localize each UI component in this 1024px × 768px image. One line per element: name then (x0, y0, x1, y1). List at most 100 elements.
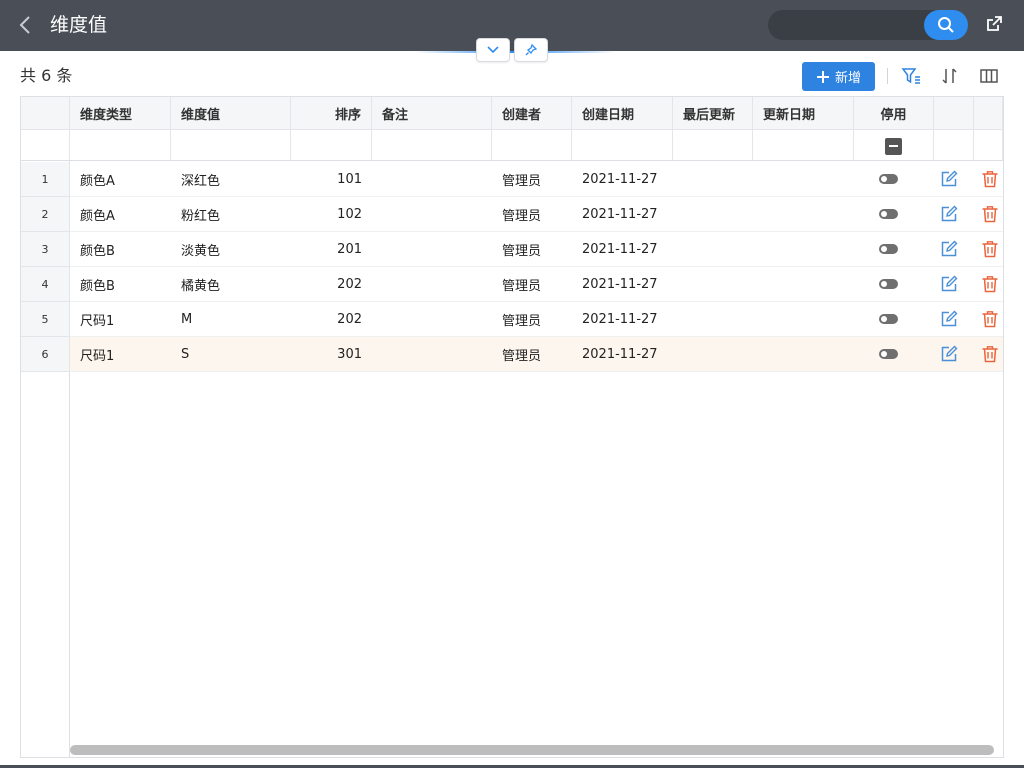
disabled-filter-checkbox[interactable] (885, 138, 902, 155)
horizontal-scrollbar[interactable] (70, 745, 994, 755)
column-header-value[interactable]: 维度值 (171, 97, 291, 129)
filter-last-update[interactable] (673, 130, 753, 160)
row-number: 3 (21, 232, 70, 267)
pin-button[interactable] (514, 38, 548, 62)
trash-icon[interactable] (981, 275, 999, 293)
cell-created: 2021-11-27 (582, 277, 658, 292)
column-header-creator[interactable]: 创建者 (492, 97, 572, 129)
cell-sort: 102 (337, 207, 362, 222)
filter-creator[interactable] (492, 130, 572, 160)
column-header-disabled[interactable]: 停用 (854, 97, 934, 129)
disabled-toggle[interactable] (879, 314, 898, 324)
cell-note (372, 232, 492, 267)
filter-note[interactable] (372, 130, 492, 160)
search-input[interactable] (768, 10, 968, 40)
cell-created: 2021-11-27 (582, 312, 658, 327)
pin-icon (525, 43, 538, 56)
cell-created: 2021-11-27 (582, 347, 658, 362)
external-link-icon[interactable] (984, 14, 1004, 34)
cell-last-update (673, 232, 753, 267)
filter-value[interactable] (171, 130, 291, 160)
chevron-left-icon[interactable] (16, 14, 36, 36)
disabled-toggle[interactable] (879, 209, 898, 219)
cell-note (372, 302, 492, 337)
cell-type: 尺码1 (80, 349, 115, 364)
search-icon (938, 17, 954, 33)
disabled-toggle[interactable] (879, 279, 898, 289)
filter-update-date[interactable] (753, 130, 854, 160)
column-header-created[interactable]: 创建日期 (572, 97, 673, 129)
cell-created: 2021-11-27 (582, 172, 658, 187)
cell-update-date (753, 162, 854, 197)
cell-creator: 管理员 (502, 244, 542, 259)
cell-last-update (673, 267, 753, 302)
filter-created[interactable] (572, 130, 673, 160)
edit-icon[interactable] (940, 275, 958, 293)
trash-icon[interactable] (981, 310, 999, 328)
filter-edit (934, 130, 974, 160)
column-header-edit (934, 97, 974, 129)
cell-value: M (181, 312, 193, 327)
cell-last-update (673, 162, 753, 197)
page-title: 维度值 (50, 14, 108, 36)
add-button[interactable]: 新增 (802, 62, 875, 91)
cell-last-update (673, 337, 753, 372)
columns-icon[interactable] (979, 66, 999, 86)
trash-icon[interactable] (981, 205, 999, 223)
filter-icon[interactable] (901, 66, 921, 86)
table-row[interactable]: 6 尺码1 S 301 管理员 2021-11-27 (21, 337, 1003, 372)
cell-update-date (753, 267, 854, 302)
collapse-button[interactable] (476, 38, 510, 62)
cell-value: 深红色 (181, 174, 221, 189)
column-header-last-update[interactable]: 最后更新 (673, 97, 753, 129)
cell-value: 粉红色 (181, 209, 221, 224)
column-header-note[interactable]: 备注 (372, 97, 492, 129)
cell-update-date (753, 337, 854, 372)
edit-icon[interactable] (940, 240, 958, 258)
table-row[interactable]: 1 颜色A 深红色 101 管理员 2021-11-27 (21, 162, 1003, 197)
search-button[interactable] (924, 10, 968, 40)
trash-icon[interactable] (981, 240, 999, 258)
trash-icon[interactable] (981, 345, 999, 363)
table-row[interactable]: 2 颜色A 粉红色 102 管理员 2021-11-27 (21, 197, 1003, 232)
cell-last-update (673, 197, 753, 232)
header-corner (21, 97, 70, 129)
column-header-sort[interactable]: 排序 (291, 97, 372, 129)
edit-icon[interactable] (940, 345, 958, 363)
disabled-toggle[interactable] (879, 349, 898, 359)
disabled-toggle[interactable] (879, 244, 898, 254)
sort-icon[interactable] (940, 66, 960, 86)
cell-sort: 101 (337, 172, 362, 187)
disabled-toggle[interactable] (879, 174, 898, 184)
edit-icon[interactable] (940, 205, 958, 223)
cell-creator: 管理员 (502, 209, 542, 224)
trash-icon[interactable] (981, 170, 999, 188)
table-row[interactable]: 5 尺码1 M 202 管理员 2021-11-27 (21, 302, 1003, 337)
cell-note (372, 267, 492, 302)
column-header-type[interactable]: 维度类型 (70, 97, 171, 129)
filter-disabled (854, 130, 934, 160)
column-header-update-date[interactable]: 更新日期 (753, 97, 854, 129)
cell-creator: 管理员 (502, 349, 542, 364)
filter-sort[interactable] (291, 130, 372, 160)
table-row[interactable]: 4 颜色B 橘黄色 202 管理员 2021-11-27 (21, 267, 1003, 302)
edit-icon[interactable] (940, 310, 958, 328)
cell-type: 颜色A (80, 174, 115, 189)
filter-type[interactable] (70, 130, 171, 160)
filter-delete (974, 130, 1003, 160)
cell-created: 2021-11-27 (582, 207, 658, 222)
cell-creator: 管理员 (502, 174, 542, 189)
table-row[interactable]: 3 颜色B 淡黄色 201 管理员 2021-11-27 (21, 232, 1003, 267)
cell-value: 橘黄色 (181, 279, 221, 294)
cell-type: 颜色B (80, 244, 115, 259)
row-number: 6 (21, 337, 70, 372)
cell-creator: 管理员 (502, 314, 542, 329)
table-header: 维度类型 维度值 排序 备注 创建者 创建日期 最后更新 更新日期 停用 (21, 97, 1003, 130)
toolbar-divider (887, 68, 888, 84)
cell-note (372, 337, 492, 372)
filter-corner (21, 130, 70, 160)
row-number: 1 (21, 162, 70, 197)
edit-icon[interactable] (940, 170, 958, 188)
cell-type: 颜色B (80, 279, 115, 294)
filter-row (21, 130, 1003, 161)
